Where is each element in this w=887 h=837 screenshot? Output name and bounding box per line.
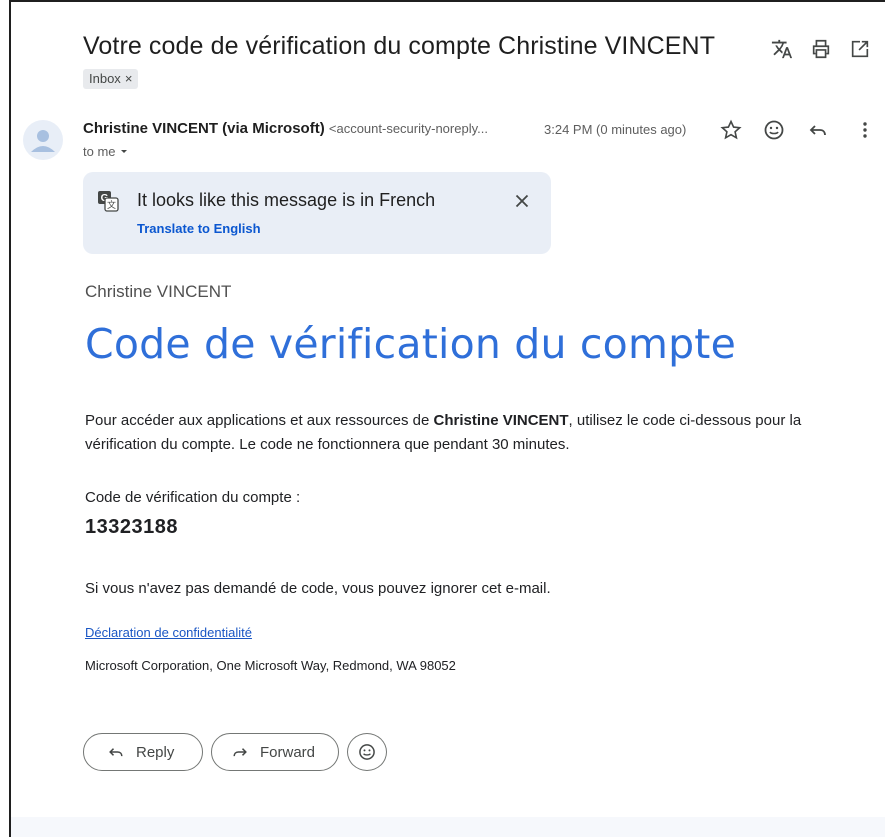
company-address: Microsoft Corporation, One Microsoft Way… xyxy=(85,658,456,673)
svg-text:文: 文 xyxy=(107,199,116,211)
avatar xyxy=(23,120,63,160)
code-label: Code de vérification du compte : xyxy=(85,489,301,506)
forward-icon xyxy=(233,748,247,757)
emoji-icon xyxy=(359,744,375,760)
remove-label-icon[interactable]: × xyxy=(125,71,133,86)
ignore-notice: Si vous n'avez pas demandé de code, vous… xyxy=(85,580,551,597)
org-name: Christine VINCENT xyxy=(85,282,232,301)
body-paragraph: Pour accéder aux applications et aux res… xyxy=(85,409,845,457)
email-headline: Code de vérification du compte xyxy=(85,320,737,368)
para-org-bold: Christine VINCENT xyxy=(433,412,569,429)
translate-icon[interactable] xyxy=(771,38,793,60)
verification-code: 13323188 xyxy=(85,516,178,538)
forward-button[interactable]: Forward xyxy=(211,733,339,771)
translate-message: It looks like this message is in French xyxy=(137,190,436,210)
inbox-label-chip[interactable]: Inbox × xyxy=(83,69,139,89)
recipient-dropdown[interactable]: to me xyxy=(83,144,129,159)
email-timestamp: 3:24 PM (0 minutes ago) xyxy=(544,122,687,137)
open-in-new-icon[interactable] xyxy=(849,38,871,60)
reply-icon xyxy=(109,748,123,757)
recipient-text: to me xyxy=(83,144,116,159)
sender-name[interactable]: Christine VINCENT (via Microsoft) xyxy=(83,120,325,137)
more-vert-icon[interactable] xyxy=(853,118,877,142)
privacy-link[interactable]: Déclaration de confidentialité xyxy=(85,625,252,640)
emoji-reaction-button[interactable] xyxy=(347,733,387,771)
email-view: Votre code de vérification du compte Chr… xyxy=(9,0,885,837)
translate-banner: G 文 It looks like this message is in Fre… xyxy=(83,172,551,254)
para-prefix: Pour accéder aux applications et aux res… xyxy=(85,412,434,429)
chevron-down-icon[interactable] xyxy=(119,144,129,159)
reply-label: Reply xyxy=(136,743,175,761)
sender-line: Christine VINCENT (via Microsoft) <accou… xyxy=(83,120,488,137)
close-icon[interactable] xyxy=(511,190,533,212)
sender-email: <account-security-noreply... xyxy=(328,121,488,136)
star-icon[interactable] xyxy=(719,118,743,142)
email-subject: Votre code de vérification du compte Chr… xyxy=(83,32,716,60)
print-icon[interactable] xyxy=(810,38,832,60)
reply-icon[interactable] xyxy=(806,118,830,142)
bottom-strip xyxy=(11,817,885,837)
translate-link[interactable]: Translate to English xyxy=(137,221,261,236)
emoji-icon[interactable] xyxy=(762,118,786,142)
reply-button[interactable]: Reply xyxy=(83,733,203,771)
forward-label: Forward xyxy=(260,743,316,761)
inbox-label-text: Inbox xyxy=(89,71,121,86)
google-translate-icon: G 文 xyxy=(97,190,119,212)
